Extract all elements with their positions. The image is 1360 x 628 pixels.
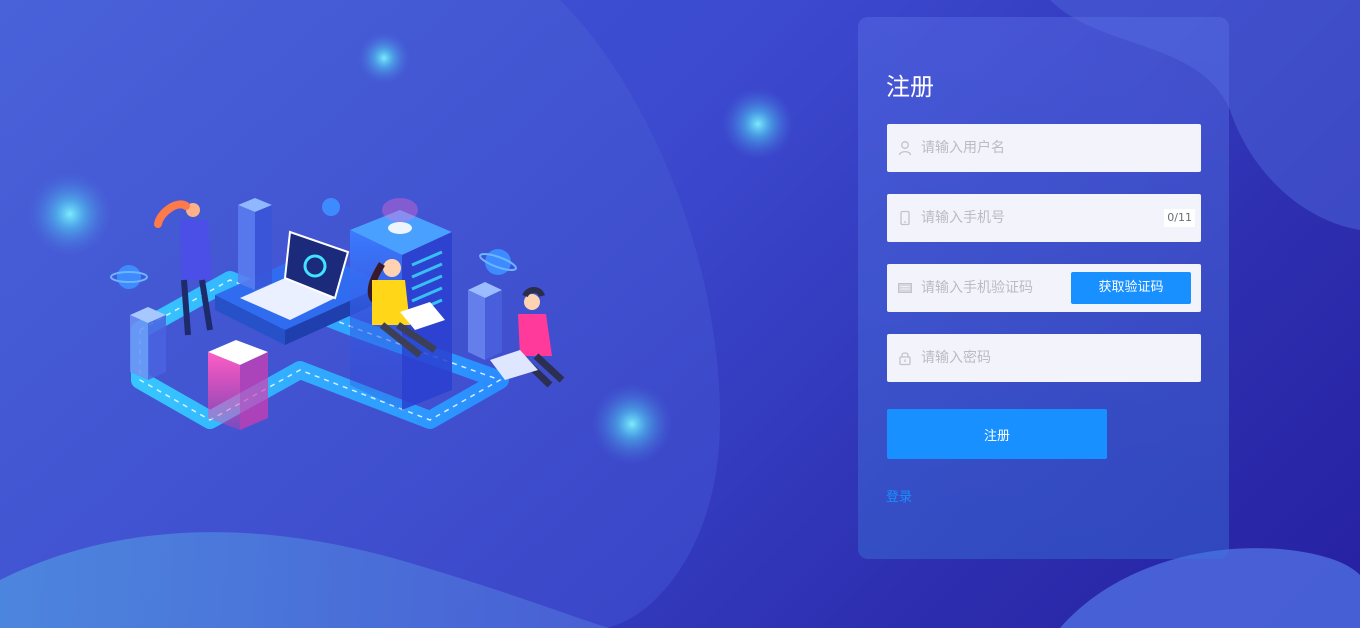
register-card: 注册 0/11 获取验证码 注册 登录 <box>858 17 1229 559</box>
message-icon <box>898 283 912 293</box>
isometric-illustration <box>110 198 565 430</box>
user-icon <box>898 141 912 156</box>
register-title: 注册 <box>886 73 934 101</box>
lock-icon <box>899 352 911 366</box>
password-field[interactable] <box>887 334 1201 382</box>
phone-field[interactable]: 0/11 <box>887 194 1201 242</box>
sms-code-field[interactable]: 获取验证码 <box>887 264 1201 312</box>
username-field[interactable] <box>887 124 1201 172</box>
register-submit-button[interactable]: 注册 <box>887 409 1107 459</box>
login-link[interactable]: 登录 <box>886 486 912 505</box>
mobile-phone-icon <box>900 210 910 226</box>
username-input[interactable] <box>921 124 1071 172</box>
phone-input[interactable] <box>921 194 1071 242</box>
password-input[interactable] <box>921 334 1071 382</box>
get-sms-code-button[interactable]: 获取验证码 <box>1071 272 1191 304</box>
phone-length-counter: 0/11 <box>1164 209 1195 227</box>
sms-code-input[interactable] <box>921 264 1071 312</box>
